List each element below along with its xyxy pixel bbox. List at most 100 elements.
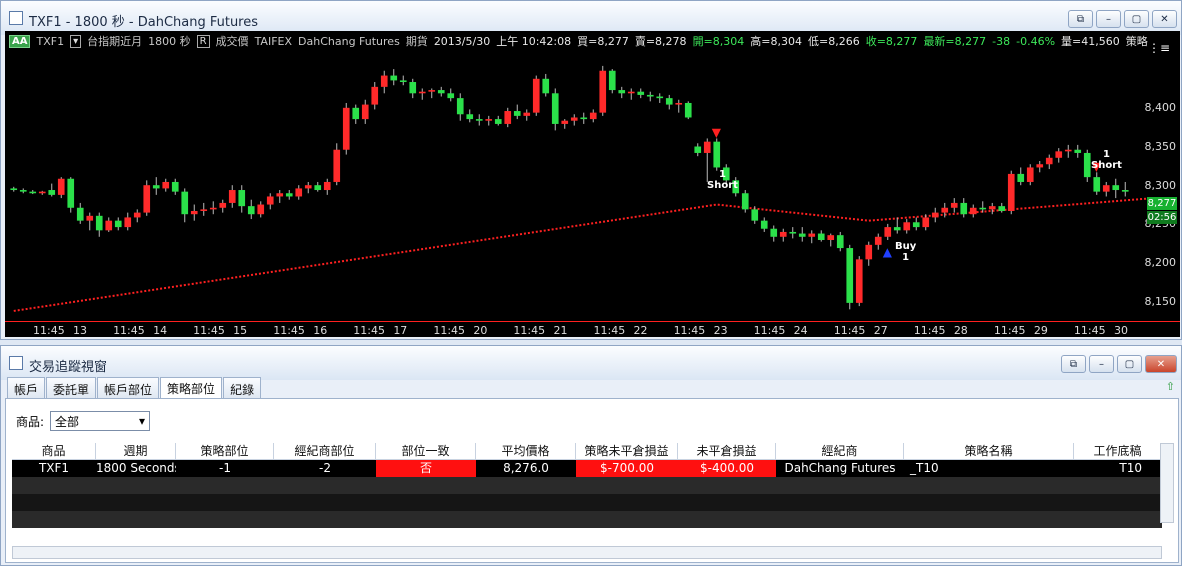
candle <box>295 185 303 200</box>
maximize-button[interactable]: ▢ <box>1117 355 1142 373</box>
candle <box>1007 170 1015 215</box>
candle <box>561 119 569 129</box>
restore-layout-button[interactable]: ⧉ <box>1061 355 1086 373</box>
y-tick: 8,350 <box>1144 140 1177 153</box>
x-tick: 29 <box>1033 324 1048 337</box>
close-button[interactable]: ✕ <box>1145 355 1177 373</box>
candle <box>1121 181 1129 197</box>
candle <box>276 190 284 203</box>
column-header[interactable]: 未平倉損益 <box>678 443 776 459</box>
candle <box>931 207 939 223</box>
candle <box>884 223 892 241</box>
minimize-button[interactable]: – <box>1096 10 1121 28</box>
cell-avg-price: 8,276.0 <box>503 461 549 475</box>
maximize-button[interactable]: ▢ <box>1124 10 1149 28</box>
vertical-scrollbar[interactable] <box>1160 443 1174 523</box>
candle <box>513 104 521 120</box>
candle <box>1036 161 1044 173</box>
trade-tracking-window: 交易追蹤視窗 ⧉ – ▢ ✕ 帳戶 委託單 帳戶部位 策略部位 紀錄 ⇧ 商品:… <box>0 345 1182 566</box>
signal-qty: 1 <box>1102 149 1110 160</box>
column-header[interactable]: 經紀商 <box>776 443 904 459</box>
candle <box>266 193 274 210</box>
restore-layout-button[interactable]: ⧉ <box>1068 10 1093 28</box>
candle <box>190 204 198 221</box>
y-tick: 8,400 <box>1144 101 1177 114</box>
candle <box>741 190 749 213</box>
candle <box>618 86 626 99</box>
candle <box>456 93 464 121</box>
candle <box>713 138 721 171</box>
x-tick: 14 <box>153 324 168 337</box>
short-signal-1: 1 Short <box>707 169 738 191</box>
column-header[interactable]: 商品 <box>12 443 96 459</box>
candle <box>694 143 702 157</box>
x-tick: 11:45 <box>993 324 1026 337</box>
candle <box>114 217 122 231</box>
close-button[interactable]: ✕ <box>1152 10 1177 28</box>
candle <box>950 198 958 213</box>
candle <box>219 199 227 213</box>
y-tick: 8,150 <box>1144 295 1177 308</box>
candle <box>665 94 673 110</box>
table-row[interactable]: TXF1 1800 Seconds -1 -2 否 8,276.0 $-700.… <box>12 460 1162 477</box>
candle <box>57 177 65 199</box>
candle <box>209 201 217 215</box>
strategy-positions-panel: 商品: 全部 ▾ 商品 週期 策略部位 經紀商部位 部位一致 平均價格 策略未平倉… <box>5 398 1179 563</box>
candle <box>817 230 825 242</box>
candle <box>855 256 863 307</box>
x-tick: 20 <box>473 324 488 337</box>
candle <box>162 178 170 192</box>
buy-signal: Buy 1 <box>895 241 916 263</box>
x-tick: 24 <box>793 324 808 337</box>
candle <box>428 88 436 99</box>
candle <box>171 178 179 195</box>
column-header[interactable]: 策略名稱 <box>904 443 1074 459</box>
candle <box>390 69 398 86</box>
candle <box>29 190 37 195</box>
product-select[interactable]: 全部 ▾ <box>50 411 151 431</box>
candle <box>903 219 911 234</box>
x-tick: 11:45 <box>33 324 65 337</box>
column-header[interactable]: 平均價格 <box>476 443 576 459</box>
x-tick: 11:45 <box>913 324 946 337</box>
candle <box>532 75 540 116</box>
cell-broker-position: -2 <box>319 461 331 475</box>
x-tick: 11:45 <box>513 324 546 337</box>
cell-product: TXF1 <box>38 461 70 475</box>
candle <box>409 78 417 99</box>
collapse-icon[interactable]: ⇧ <box>1166 380 1175 393</box>
cell-strategy-name: _T10 <box>910 461 939 475</box>
column-header[interactable]: 部位一致 <box>376 443 476 459</box>
candle <box>304 181 312 194</box>
column-header[interactable]: 工作底稿 <box>1074 443 1162 459</box>
candle <box>86 212 94 231</box>
signal-label: Short <box>1091 160 1122 171</box>
chart-window: TXF1 - 1800 秒 - DahChang Futures ⧉ – ▢ ✕… <box>0 0 1182 340</box>
minimize-button[interactable]: – <box>1089 355 1114 373</box>
candle <box>646 91 654 102</box>
column-header[interactable]: 週期 <box>96 443 176 459</box>
candle <box>865 241 873 266</box>
candle <box>798 227 806 242</box>
x-tick: 11:45 <box>1073 324 1106 337</box>
candle <box>969 204 977 218</box>
x-tick: 11:45 <box>193 324 225 337</box>
cell-worksheet: T10 <box>1119 461 1142 475</box>
candle <box>893 217 901 234</box>
candle <box>589 109 597 123</box>
candle <box>599 65 607 116</box>
column-header[interactable]: 策略部位 <box>176 443 274 459</box>
short-arrow-icon: ▼ <box>712 125 722 139</box>
column-header[interactable]: 策略未平倉損益 <box>576 443 678 459</box>
horizontal-scrollbar[interactable] <box>12 546 1162 559</box>
price-chart[interactable]: AA TXF1 ▾ 台指期近月 1800 秒 R 成交價 TAIFEX DahC… <box>5 31 1180 337</box>
candle <box>333 143 341 186</box>
short-signal-2: 1 Short <box>1091 149 1122 171</box>
candle <box>361 99 369 124</box>
countdown-badge: 02:56 <box>1147 211 1177 224</box>
candle <box>770 225 778 242</box>
cell-strategy-pnl: $-700.00 <box>576 460 678 477</box>
filter-label: 商品: <box>16 414 45 429</box>
column-header[interactable]: 經紀商部位 <box>274 443 376 459</box>
empty-row <box>12 511 1162 528</box>
